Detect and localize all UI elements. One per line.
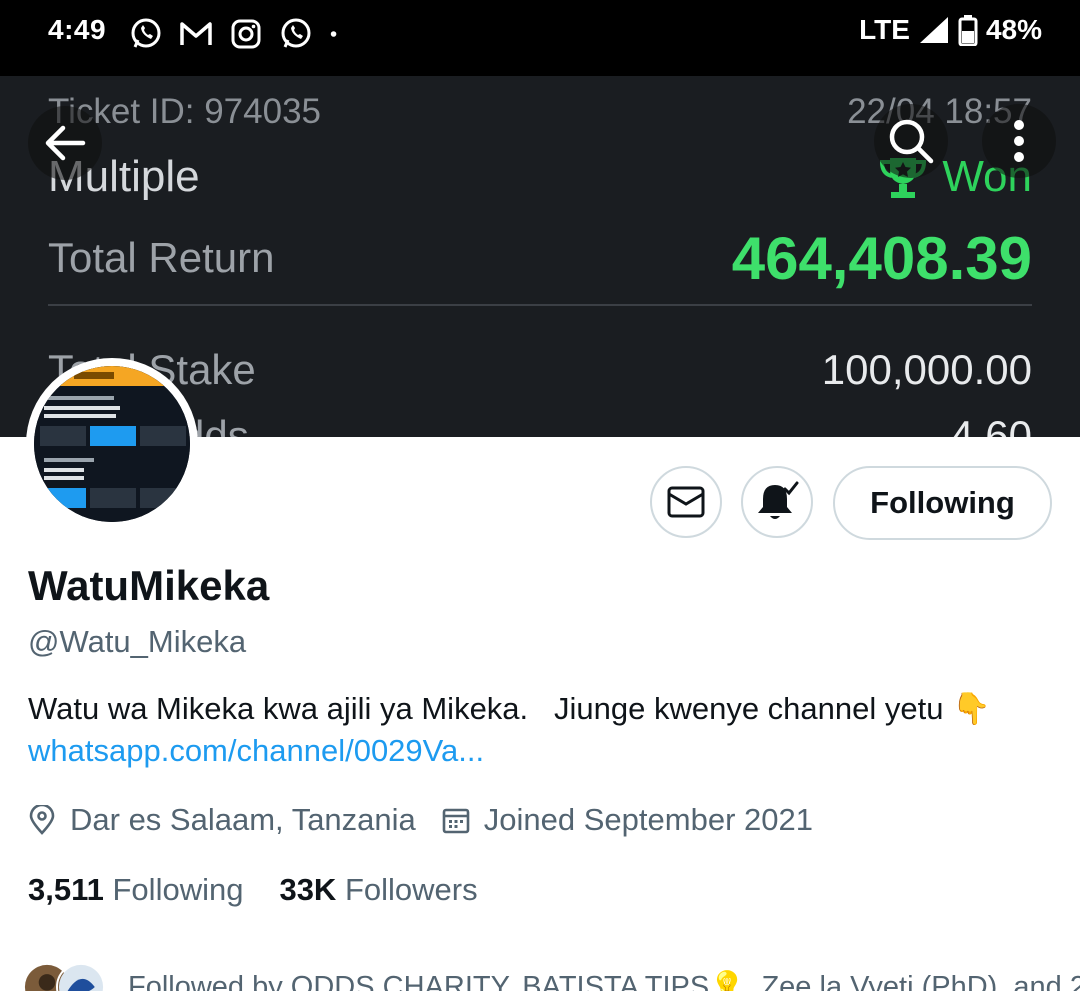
gmail-icon xyxy=(180,22,212,45)
bio-link[interactable]: whatsapp.com/channel/0029Va... xyxy=(28,730,1058,772)
whatsapp-icon xyxy=(281,18,311,48)
battery-label: 48% xyxy=(985,14,1042,45)
follower-avatar xyxy=(56,962,106,991)
odds-value: 4.60 xyxy=(950,412,1032,437)
follow-counts: 3,511 Following 33K Followers xyxy=(28,872,478,908)
notifications-button[interactable] xyxy=(741,466,813,538)
calendar-icon xyxy=(442,808,470,834)
more-vertical-icon xyxy=(1014,120,1024,162)
following-button[interactable]: Following xyxy=(833,466,1052,540)
arrow-left-icon xyxy=(45,125,86,161)
bell-check-icon xyxy=(758,481,799,519)
more-options-button[interactable] xyxy=(982,104,1056,178)
status-right: LTE 48% xyxy=(859,14,1042,46)
followers-count-link[interactable]: 33K Followers xyxy=(279,872,477,908)
banner-divider xyxy=(48,304,1032,306)
location-text: Dar es Salaam, Tanzania xyxy=(70,802,416,837)
message-button[interactable] xyxy=(650,466,722,538)
bio: Watu wa Mikeka kwa ajili ya Mikeka. Jiun… xyxy=(28,688,1058,772)
notification-icons xyxy=(128,16,348,52)
total-return-label: Total Return xyxy=(48,234,275,281)
user-handle: @Watu_Mikeka xyxy=(28,624,247,659)
signal-icon xyxy=(919,17,948,43)
dot-icon xyxy=(330,31,337,37)
battery-icon xyxy=(958,15,978,46)
profile-meta: Dar es Salaam, Tanzania Joined September… xyxy=(28,802,813,838)
avatar-image xyxy=(34,366,190,522)
total-return-value: 464,408.39 xyxy=(731,225,1032,292)
location-pin-icon xyxy=(29,805,55,835)
back-button[interactable] xyxy=(28,106,102,180)
whatsapp-icon xyxy=(131,18,161,48)
joined-date: Joined September 2021 xyxy=(483,802,813,837)
following-label: Following xyxy=(112,872,244,907)
following-count: 3,511 xyxy=(28,872,104,907)
followed-by[interactable]: Followed by ODDS CHARITY, BATISTA TIPS💡,… xyxy=(22,962,1080,991)
search-icon xyxy=(889,119,934,164)
followers-count: 33K xyxy=(279,872,337,907)
avatar[interactable] xyxy=(26,358,198,530)
status-time: 4:49 xyxy=(48,14,107,45)
followers-label: Followers xyxy=(344,872,478,907)
followed-by-text: Followed by ODDS CHARITY, BATISTA TIPS💡,… xyxy=(128,971,1080,991)
following-count-link[interactable]: 3,511 Following xyxy=(28,872,243,908)
bio-text: Watu wa Mikeka kwa ajili ya Mikeka. Jiun… xyxy=(28,691,991,726)
status-bar: 4:49 LTE 48% xyxy=(0,0,1080,76)
total-stake-value: 100,000.00 xyxy=(821,346,1032,393)
network-label: LTE xyxy=(859,14,910,45)
search-button[interactable] xyxy=(874,104,948,178)
envelope-icon xyxy=(667,486,705,518)
instagram-icon xyxy=(231,19,261,49)
display-name: WatuMikeka xyxy=(28,562,270,609)
